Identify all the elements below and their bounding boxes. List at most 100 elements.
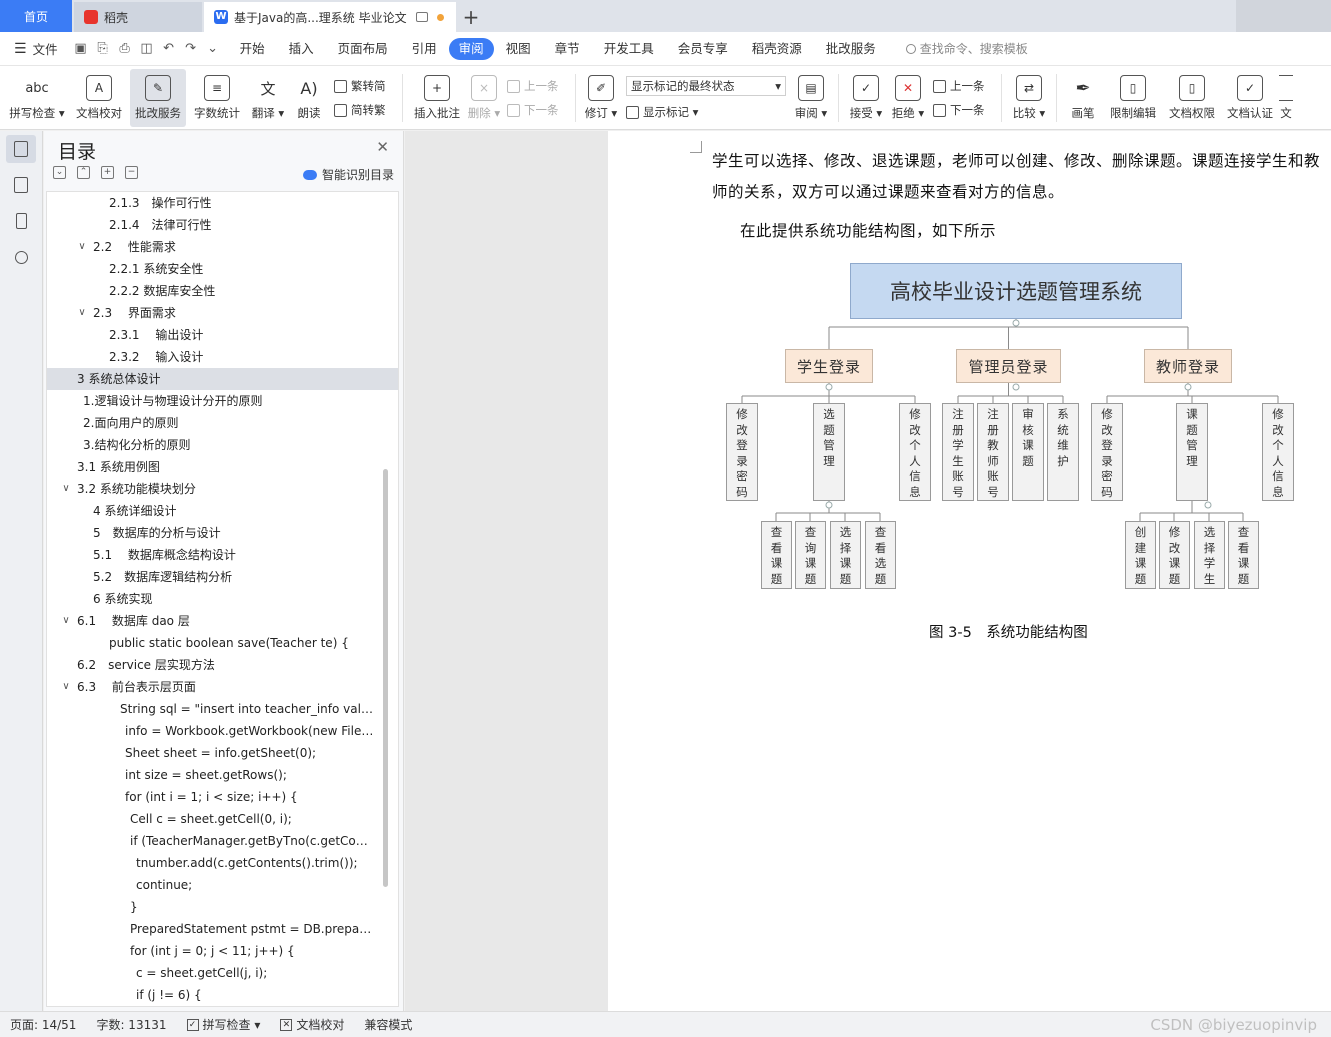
prev-comment-button[interactable]: 上一条 xyxy=(507,78,565,94)
menu-tab-6[interactable]: 章节 xyxy=(543,38,592,60)
insert-comment-button[interactable]: + 插入批注 xyxy=(409,69,465,127)
toc-pane-button[interactable] xyxy=(6,135,36,163)
toc-item[interactable]: tnumber.add(c.getContents().trim()); xyxy=(47,852,398,874)
menu-tab-9[interactable]: 稻壳资源 xyxy=(740,38,814,60)
document-page[interactable]: 学生可以选择、修改、退选课题，老师可以创建、修改、删除课题。课题连接学生和教 师… xyxy=(608,131,1331,1011)
bookmark-pane-button[interactable] xyxy=(6,207,36,235)
collapse-all-icon[interactable]: ⌄ xyxy=(53,166,66,179)
tab-daoke[interactable]: 稻壳 xyxy=(74,2,202,32)
toc-item[interactable]: 2.3.1 输出设计 xyxy=(47,324,398,346)
toc-item[interactable]: } xyxy=(47,896,398,918)
toc-item[interactable]: 6.2 service 层实现方法 xyxy=(47,654,398,676)
menu-tab-1[interactable]: 插入 xyxy=(277,38,326,60)
show-markup-button[interactable]: 显示标记 ▾ xyxy=(626,104,786,120)
tab-home[interactable]: 首页 xyxy=(0,0,72,32)
chevron-down-icon[interactable]: ∨ xyxy=(60,610,72,632)
remove-level-icon[interactable]: − xyxy=(125,166,138,179)
menu-tab-7[interactable]: 开发工具 xyxy=(592,38,666,60)
pen-button[interactable]: ✒ 画笔 xyxy=(1063,69,1103,127)
menu-tab-4[interactable]: 审阅 xyxy=(448,37,494,60)
review-pane-button[interactable]: ▤ 审阅 ▾ xyxy=(790,69,832,127)
menu-tab-5[interactable]: 视图 xyxy=(494,38,543,60)
more-ribbon-button[interactable]: 文 xyxy=(1279,69,1293,127)
toc-item[interactable]: if (j != 6) { xyxy=(47,984,398,1006)
toc-scrollbar[interactable] xyxy=(383,469,388,887)
menu-tab-0[interactable]: 开始 xyxy=(228,38,277,60)
word-count-indicator[interactable]: 字数: 13131 xyxy=(86,1016,176,1033)
next-comment-button[interactable]: 下一条 xyxy=(507,102,565,118)
close-icon[interactable]: ✕ xyxy=(376,138,389,156)
screen-icon[interactable] xyxy=(416,12,428,22)
toc-item[interactable]: 3.1 系统用例图 xyxy=(47,456,398,478)
add-level-icon[interactable]: + xyxy=(101,166,114,179)
smart-toc-button[interactable]: 智能识别目录 xyxy=(302,166,394,183)
doc-check-button[interactable]: A 文档校对 xyxy=(68,69,130,127)
toc-item[interactable]: ∨ 2.2 性能需求 xyxy=(47,236,398,258)
print-icon[interactable]: ⎙ xyxy=(114,41,136,56)
chevron-down-icon[interactable]: ∨ xyxy=(60,676,72,698)
menu-tab-8[interactable]: 会员专享 xyxy=(666,38,740,60)
chapter-pane-button[interactable] xyxy=(6,171,36,199)
undo-icon[interactable]: ↶ xyxy=(158,41,180,56)
toc-item[interactable]: 6 系统实现 xyxy=(47,588,398,610)
status-doc-check[interactable]: ✕ 文档校对 xyxy=(270,1016,354,1033)
translate-button[interactable]: 文 翻译 ▾ xyxy=(248,69,288,127)
correction-service-button[interactable]: ✎ 批改服务 xyxy=(130,69,186,127)
file-menu-button[interactable]: ☰ 文件 xyxy=(0,39,66,58)
toc-item[interactable]: if (TeacherManager.getByTno(c.getContent… xyxy=(47,830,398,852)
word-count-button[interactable]: ≡ 字数统计 xyxy=(186,69,248,127)
track-changes-button[interactable]: ✐ 修订 ▾ xyxy=(582,69,620,127)
delete-comment-button[interactable]: × 删除 ▾ xyxy=(465,69,503,127)
menu-tab-10[interactable]: 批改服务 xyxy=(814,38,888,60)
toc-item[interactable]: 2.3.2 输入设计 xyxy=(47,346,398,368)
export-icon[interactable]: ⎘ xyxy=(92,41,114,56)
simplified-to-traditional-button[interactable]: 简转繁 xyxy=(334,102,392,118)
markup-state-select[interactable]: 显示标记的最终状态 ▾ xyxy=(626,76,786,96)
toc-item[interactable]: 2.面向用户的原则 xyxy=(47,412,398,434)
toc-item[interactable]: String sql = "insert into teacher_info v… xyxy=(47,698,398,720)
toc-item[interactable]: info = Workbook.getWorkbook(new File(fil… xyxy=(47,720,398,742)
toc-item[interactable]: 3 系统总体设计 xyxy=(47,368,398,390)
toc-item[interactable]: ∨ 6.3 前台表示层页面 xyxy=(47,676,398,698)
toc-item[interactable]: PreparedStatement pstmt = DB.prepareStat… xyxy=(47,918,398,940)
toc-item[interactable]: for (int j = 0; j < 11; j++) { xyxy=(47,940,398,962)
chevron-down-icon[interactable]: ∨ xyxy=(60,478,72,500)
command-search[interactable]: 查找命令、搜索模板 xyxy=(905,40,1028,57)
toc-item[interactable]: ∨ 2.3 界面需求 xyxy=(47,302,398,324)
traditional-to-simplified-button[interactable]: 繁转简 xyxy=(334,78,392,94)
toc-item[interactable]: continue; xyxy=(47,874,398,896)
toc-item[interactable]: for (int i = 1; i < size; i++) { xyxy=(47,786,398,808)
toc-item[interactable]: 5.2 数据库逻辑结构分析 xyxy=(47,566,398,588)
toc-item[interactable]: ∨ 6.1 数据库 dao 层 xyxy=(47,610,398,632)
toc-item[interactable]: 1.逻辑设计与物理设计分开的原则 xyxy=(47,390,398,412)
toc-item[interactable]: 2.2.1 系统安全性 xyxy=(47,258,398,280)
redo-icon[interactable]: ↷ xyxy=(180,41,202,56)
toc-item[interactable]: Sheet sheet = info.getSheet(0); xyxy=(47,742,398,764)
page-indicator[interactable]: 页面: 14/51 xyxy=(0,1016,86,1033)
accept-button[interactable]: ✓ 接受 ▾ xyxy=(845,69,887,127)
menu-tab-2[interactable]: 页面布局 xyxy=(326,38,400,60)
compare-button[interactable]: ⇄ 比较 ▾ xyxy=(1008,69,1050,127)
print-preview-icon[interactable]: ◫ xyxy=(136,41,158,56)
status-spell-check[interactable]: ✓ 拼写检查 ▾ xyxy=(177,1016,271,1033)
spell-check-button[interactable]: abc 拼写检查 ▾ xyxy=(6,69,68,127)
toc-item[interactable]: int size = sheet.getRows(); xyxy=(47,764,398,786)
doc-certify-button[interactable]: ✓ 文档认证 xyxy=(1221,69,1279,127)
toc-item[interactable]: 2.1.4 法律可行性 xyxy=(47,214,398,236)
customize-dropdown-icon[interactable]: ⌄ xyxy=(202,41,224,56)
chevron-down-icon[interactable]: ∨ xyxy=(76,302,88,324)
toc-item[interactable]: 4 系统详细设计 xyxy=(47,500,398,522)
toc-item[interactable]: 2.1.3 操作可行性 xyxy=(47,192,398,214)
new-tab-button[interactable]: + xyxy=(456,2,486,32)
tab-document[interactable]: W 基于Java的高...理系统 毕业论文 xyxy=(204,2,456,32)
toc-item[interactable]: ∨ 3.2 系统功能模块划分 xyxy=(47,478,398,500)
prev-change-button[interactable]: 上一条 xyxy=(933,78,991,94)
find-pane-button[interactable] xyxy=(6,243,36,271)
restrict-editing-button[interactable]: ▯ 限制编辑 xyxy=(1103,69,1163,127)
save-icon[interactable]: ▣ xyxy=(70,41,92,56)
expand-up-icon[interactable]: ⌃ xyxy=(77,166,90,179)
toc-item[interactable]: 5.1 数据库概念结构设计 xyxy=(47,544,398,566)
chevron-down-icon[interactable]: ∨ xyxy=(76,236,88,258)
toc-item[interactable]: public static boolean save(Teacher te) { xyxy=(47,632,398,654)
toc-item[interactable]: 2.2.2 数据库安全性 xyxy=(47,280,398,302)
